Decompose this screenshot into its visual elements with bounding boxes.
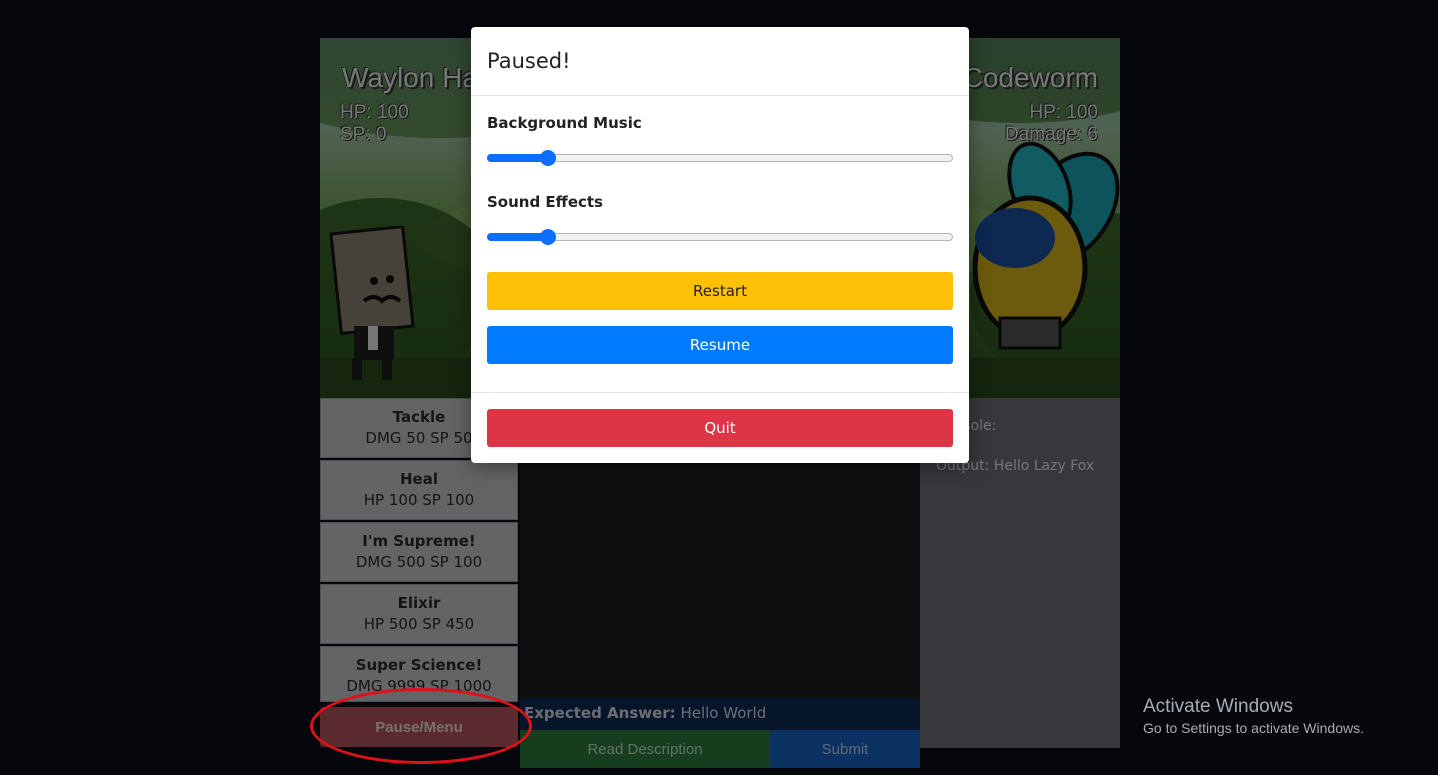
restart-button[interactable]: Restart <box>487 272 953 310</box>
slider-track <box>487 154 953 162</box>
modal-header: Paused! <box>471 27 969 96</box>
modal-title: Paused! <box>487 49 571 73</box>
resume-button[interactable]: Resume <box>487 326 953 364</box>
music-label: Background Music <box>487 114 642 132</box>
slider-thumb[interactable] <box>539 150 556 166</box>
slider-fill <box>487 154 548 162</box>
pause-modal: Paused! Background Music Sound Effects R… <box>471 27 969 463</box>
modal-footer: Quit <box>471 392 969 463</box>
activate-windows-watermark: Activate Windows Go to Settings to activ… <box>1143 696 1364 738</box>
slider-thumb[interactable] <box>539 229 556 245</box>
effects-label: Sound Effects <box>487 193 603 211</box>
watermark-title: Activate Windows <box>1143 696 1293 717</box>
slider-track <box>487 233 953 241</box>
quit-button[interactable]: Quit <box>487 409 953 447</box>
watermark-subtitle: Go to Settings to activate Windows. <box>1143 720 1364 736</box>
modal-body: Background Music Sound Effects Restart R… <box>471 96 969 364</box>
effects-slider[interactable] <box>487 227 953 247</box>
music-slider[interactable] <box>487 148 953 168</box>
slider-fill <box>487 233 548 241</box>
